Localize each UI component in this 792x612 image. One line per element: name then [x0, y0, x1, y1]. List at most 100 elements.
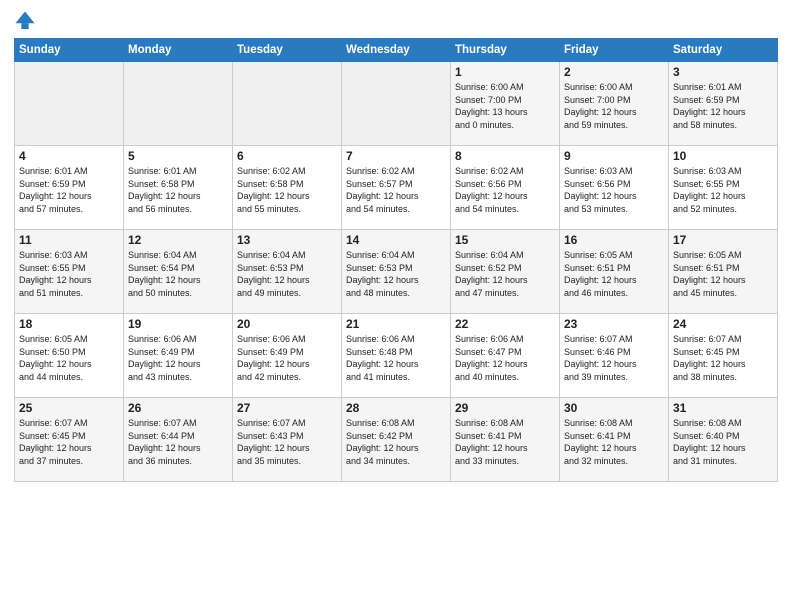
day-number: 8: [455, 149, 555, 163]
day-number: 18: [19, 317, 119, 331]
day-info: Sunrise: 6:01 AM Sunset: 6:59 PM Dayligh…: [673, 81, 773, 131]
day-info: Sunrise: 6:08 AM Sunset: 6:41 PM Dayligh…: [455, 417, 555, 467]
calendar-week-row: 18 Sunrise: 6:05 AM Sunset: 6:50 PM Dayli…: [15, 314, 778, 398]
day-number: 9: [564, 149, 664, 163]
calendar-cell: 9 Sunrise: 6:03 AM Sunset: 6:56 PM Daylig…: [560, 146, 669, 230]
day-info: Sunrise: 6:04 AM Sunset: 6:54 PM Dayligh…: [128, 249, 228, 299]
day-number: 25: [19, 401, 119, 415]
calendar-cell: 26 Sunrise: 6:07 AM Sunset: 6:44 PM Dayli…: [124, 398, 233, 482]
day-number: 27: [237, 401, 337, 415]
header-day-wednesday: Wednesday: [342, 39, 451, 62]
calendar-week-row: 4Sunrise: 6:01 AM Sunset: 6:59 PM Daylig…: [15, 146, 778, 230]
day-number: 22: [455, 317, 555, 331]
calendar-cell: 16Sunrise: 6:05 AM Sunset: 6:51 PM Dayli…: [560, 230, 669, 314]
logo: [14, 10, 40, 32]
day-info: Sunrise: 6:05 AM Sunset: 6:50 PM Dayligh…: [19, 333, 119, 383]
calendar-cell: 21 Sunrise: 6:06 AM Sunset: 6:48 PM Dayli…: [342, 314, 451, 398]
calendar-week-row: 25 Sunrise: 6:07 AM Sunset: 6:45 PM Dayli…: [15, 398, 778, 482]
day-info: Sunrise: 6:06 AM Sunset: 6:49 PM Dayligh…: [128, 333, 228, 383]
calendar-cell: [15, 62, 124, 146]
day-info: Sunrise: 6:05 AM Sunset: 6:51 PM Dayligh…: [564, 249, 664, 299]
header: [14, 10, 778, 32]
day-info: Sunrise: 6:08 AM Sunset: 6:42 PM Dayligh…: [346, 417, 446, 467]
day-info: Sunrise: 6:04 AM Sunset: 6:53 PM Dayligh…: [237, 249, 337, 299]
calendar-cell: [124, 62, 233, 146]
day-number: 6: [237, 149, 337, 163]
day-info: Sunrise: 6:03 AM Sunset: 6:56 PM Dayligh…: [564, 165, 664, 215]
day-info: Sunrise: 6:06 AM Sunset: 6:47 PM Dayligh…: [455, 333, 555, 383]
day-info: Sunrise: 6:00 AM Sunset: 7:00 PM Dayligh…: [455, 81, 555, 131]
day-info: Sunrise: 6:02 AM Sunset: 6:57 PM Dayligh…: [346, 165, 446, 215]
calendar-table: SundayMondayTuesdayWednesdayThursdayFrid…: [14, 38, 778, 482]
day-number: 12: [128, 233, 228, 247]
calendar-cell: 19 Sunrise: 6:06 AM Sunset: 6:49 PM Dayli…: [124, 314, 233, 398]
day-number: 5: [128, 149, 228, 163]
calendar-week-row: 1 Sunrise: 6:00 AM Sunset: 7:00 PM Daylig…: [15, 62, 778, 146]
day-info: Sunrise: 6:00 AM Sunset: 7:00 PM Dayligh…: [564, 81, 664, 131]
day-info: Sunrise: 6:02 AM Sunset: 6:56 PM Dayligh…: [455, 165, 555, 215]
day-number: 13: [237, 233, 337, 247]
header-day-monday: Monday: [124, 39, 233, 62]
calendar-cell: 14 Sunrise: 6:04 AM Sunset: 6:53 PM Dayli…: [342, 230, 451, 314]
calendar-cell: 12 Sunrise: 6:04 AM Sunset: 6:54 PM Dayli…: [124, 230, 233, 314]
calendar-cell: 24Sunrise: 6:07 AM Sunset: 6:45 PM Dayli…: [669, 314, 778, 398]
day-info: Sunrise: 6:01 AM Sunset: 6:58 PM Dayligh…: [128, 165, 228, 215]
day-number: 10: [673, 149, 773, 163]
calendar-cell: 20 Sunrise: 6:06 AM Sunset: 6:49 PM Dayli…: [233, 314, 342, 398]
day-number: 7: [346, 149, 446, 163]
day-number: 14: [346, 233, 446, 247]
day-info: Sunrise: 6:08 AM Sunset: 6:41 PM Dayligh…: [564, 417, 664, 467]
calendar-header-row: SundayMondayTuesdayWednesdayThursdayFrid…: [15, 39, 778, 62]
calendar-cell: 25 Sunrise: 6:07 AM Sunset: 6:45 PM Dayli…: [15, 398, 124, 482]
header-day-saturday: Saturday: [669, 39, 778, 62]
day-info: Sunrise: 6:03 AM Sunset: 6:55 PM Dayligh…: [19, 249, 119, 299]
day-number: 29: [455, 401, 555, 415]
header-day-tuesday: Tuesday: [233, 39, 342, 62]
calendar-cell: 6 Sunrise: 6:02 AM Sunset: 6:58 PM Daylig…: [233, 146, 342, 230]
day-info: Sunrise: 6:07 AM Sunset: 6:46 PM Dayligh…: [564, 333, 664, 383]
calendar-cell: 30 Sunrise: 6:08 AM Sunset: 6:41 PM Dayli…: [560, 398, 669, 482]
day-number: 1: [455, 65, 555, 79]
day-info: Sunrise: 6:04 AM Sunset: 6:53 PM Dayligh…: [346, 249, 446, 299]
day-info: Sunrise: 6:07 AM Sunset: 6:45 PM Dayligh…: [19, 417, 119, 467]
calendar-cell: 10 Sunrise: 6:03 AM Sunset: 6:55 PM Dayli…: [669, 146, 778, 230]
day-info: Sunrise: 6:07 AM Sunset: 6:43 PM Dayligh…: [237, 417, 337, 467]
day-number: 23: [564, 317, 664, 331]
calendar-cell: 31Sunrise: 6:08 AM Sunset: 6:40 PM Dayli…: [669, 398, 778, 482]
calendar-cell: 27 Sunrise: 6:07 AM Sunset: 6:43 PM Dayli…: [233, 398, 342, 482]
calendar-cell: 8 Sunrise: 6:02 AM Sunset: 6:56 PM Daylig…: [451, 146, 560, 230]
day-info: Sunrise: 6:01 AM Sunset: 6:59 PM Dayligh…: [19, 165, 119, 215]
day-number: 30: [564, 401, 664, 415]
calendar-cell: [342, 62, 451, 146]
day-number: 28: [346, 401, 446, 415]
logo-icon: [14, 10, 36, 32]
calendar-cell: 22 Sunrise: 6:06 AM Sunset: 6:47 PM Dayli…: [451, 314, 560, 398]
day-number: 11: [19, 233, 119, 247]
header-day-friday: Friday: [560, 39, 669, 62]
day-info: Sunrise: 6:07 AM Sunset: 6:44 PM Dayligh…: [128, 417, 228, 467]
calendar-cell: 3 Sunrise: 6:01 AM Sunset: 6:59 PM Daylig…: [669, 62, 778, 146]
day-number: 26: [128, 401, 228, 415]
calendar-cell: 13 Sunrise: 6:04 AM Sunset: 6:53 PM Dayli…: [233, 230, 342, 314]
calendar-cell: [233, 62, 342, 146]
day-number: 20: [237, 317, 337, 331]
calendar-cell: 17Sunrise: 6:05 AM Sunset: 6:51 PM Dayli…: [669, 230, 778, 314]
calendar-cell: 15Sunrise: 6:04 AM Sunset: 6:52 PM Dayli…: [451, 230, 560, 314]
day-info: Sunrise: 6:02 AM Sunset: 6:58 PM Dayligh…: [237, 165, 337, 215]
day-info: Sunrise: 6:06 AM Sunset: 6:48 PM Dayligh…: [346, 333, 446, 383]
day-number: 19: [128, 317, 228, 331]
day-number: 31: [673, 401, 773, 415]
calendar-cell: 4Sunrise: 6:01 AM Sunset: 6:59 PM Daylig…: [15, 146, 124, 230]
header-day-thursday: Thursday: [451, 39, 560, 62]
calendar-cell: 23 Sunrise: 6:07 AM Sunset: 6:46 PM Dayli…: [560, 314, 669, 398]
calendar-cell: 2 Sunrise: 6:00 AM Sunset: 7:00 PM Daylig…: [560, 62, 669, 146]
day-number: 21: [346, 317, 446, 331]
day-number: 2: [564, 65, 664, 79]
calendar-cell: 18 Sunrise: 6:05 AM Sunset: 6:50 PM Dayli…: [15, 314, 124, 398]
calendar-cell: 29 Sunrise: 6:08 AM Sunset: 6:41 PM Dayli…: [451, 398, 560, 482]
day-number: 15: [455, 233, 555, 247]
day-number: 3: [673, 65, 773, 79]
day-info: Sunrise: 6:06 AM Sunset: 6:49 PM Dayligh…: [237, 333, 337, 383]
calendar-cell: 7 Sunrise: 6:02 AM Sunset: 6:57 PM Daylig…: [342, 146, 451, 230]
day-info: Sunrise: 6:03 AM Sunset: 6:55 PM Dayligh…: [673, 165, 773, 215]
